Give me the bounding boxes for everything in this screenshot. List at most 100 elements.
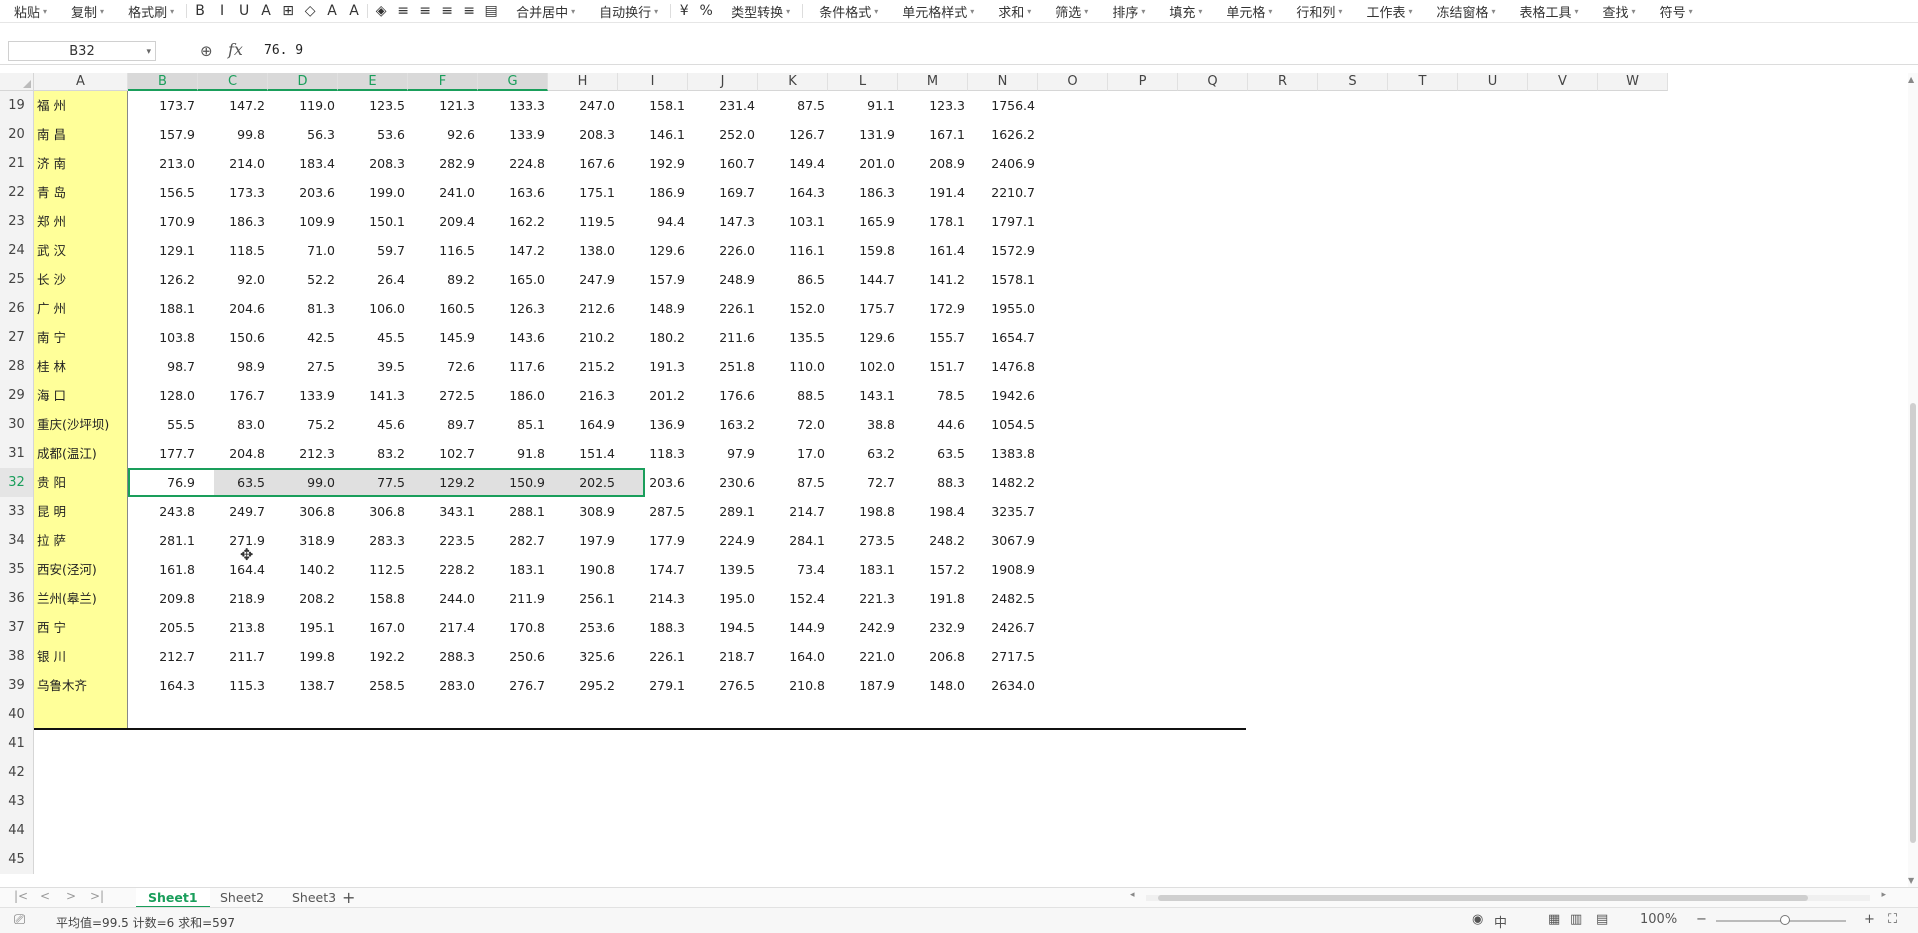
data-cell[interactable]: 226.0: [688, 236, 758, 265]
row-header[interactable]: 43: [0, 787, 34, 816]
data-cell[interactable]: 77.5: [338, 468, 408, 497]
data-cell[interactable]: 208.3: [548, 120, 618, 149]
format-icon-4[interactable]: ⊞: [277, 3, 299, 19]
format-icon-0[interactable]: B: [189, 3, 211, 19]
data-cell[interactable]: 177.7: [128, 439, 198, 468]
format-icon-2[interactable]: U: [233, 3, 255, 19]
row-header[interactable]: 36: [0, 584, 34, 613]
data-cell[interactable]: 256.1: [548, 584, 618, 613]
data-cell[interactable]: 186.0: [478, 381, 548, 410]
data-cell[interactable]: 163.2: [688, 410, 758, 439]
data-cell[interactable]: 306.8: [268, 497, 338, 526]
city-cell[interactable]: 青 岛: [34, 178, 128, 207]
data-cell[interactable]: 164.9: [548, 410, 618, 439]
column-header-i[interactable]: I: [618, 73, 688, 91]
data-cell[interactable]: 195.0: [688, 584, 758, 613]
data-cell[interactable]: 224.9: [688, 526, 758, 555]
row-header[interactable]: 34: [0, 526, 34, 555]
data-cell[interactable]: 143.6: [478, 323, 548, 352]
city-cell[interactable]: 济 南: [34, 149, 128, 178]
row-header[interactable]: 42: [0, 758, 34, 787]
fullscreen-icon[interactable]: ⛶: [1888, 912, 1897, 927]
data-cell[interactable]: 118.3: [618, 439, 688, 468]
data-cell[interactable]: 241.0: [408, 178, 478, 207]
toolbar-item-18[interactable]: 符号 ▾: [1646, 2, 1703, 21]
column-header-q[interactable]: Q: [1178, 73, 1248, 91]
toolbar-item-15[interactable]: 冻结窗格 ▾: [1422, 2, 1505, 21]
format-icon-11[interactable]: ≡: [436, 3, 458, 19]
data-cell[interactable]: 276.5: [688, 671, 758, 700]
data-cell[interactable]: 76.9: [128, 468, 198, 497]
column-header-v[interactable]: V: [1528, 73, 1598, 91]
data-cell[interactable]: 119.5: [548, 207, 618, 236]
data-cell[interactable]: 42.5: [268, 323, 338, 352]
data-cell[interactable]: 1942.6: [968, 381, 1038, 410]
data-cell[interactable]: 174.7: [618, 555, 688, 584]
formula-input[interactable]: 76. 9: [264, 43, 303, 58]
data-cell[interactable]: 150.6: [198, 323, 268, 352]
column-header-s[interactable]: S: [1318, 73, 1388, 91]
data-cell[interactable]: 198.4: [898, 497, 968, 526]
city-cell[interactable]: 南 宁: [34, 323, 128, 352]
data-cell[interactable]: 63.2: [828, 439, 898, 468]
data-cell[interactable]: 3235.7: [968, 497, 1038, 526]
data-cell[interactable]: 136.9: [618, 410, 688, 439]
data-cell[interactable]: 1578.1: [968, 265, 1038, 294]
data-cell[interactable]: 183.4: [268, 149, 338, 178]
data-cell[interactable]: 94.4: [618, 207, 688, 236]
scroll-right-icon[interactable]: ▸: [1881, 890, 1886, 900]
data-cell[interactable]: 133.9: [478, 120, 548, 149]
data-cell[interactable]: 318.9: [268, 526, 338, 555]
data-cell[interactable]: 152.0: [758, 294, 828, 323]
format-icon-8[interactable]: ◈: [370, 3, 392, 19]
city-cell[interactable]: 海 口: [34, 381, 128, 410]
column-header-m[interactable]: M: [898, 73, 968, 91]
data-cell[interactable]: 208.9: [898, 149, 968, 178]
data-cell[interactable]: 188.3: [618, 613, 688, 642]
data-cell[interactable]: 161.4: [898, 236, 968, 265]
scroll-down-icon[interactable]: ▼: [1908, 876, 1914, 885]
data-cell[interactable]: 92.0: [198, 265, 268, 294]
data-cell[interactable]: 106.0: [338, 294, 408, 323]
row-header[interactable]: 19: [0, 91, 34, 120]
data-cell[interactable]: 89.7: [408, 410, 478, 439]
column-header-g[interactable]: G: [478, 73, 548, 91]
data-cell[interactable]: 199.8: [268, 642, 338, 671]
city-cell[interactable]: 郑 州: [34, 207, 128, 236]
data-cell[interactable]: 159.8: [828, 236, 898, 265]
data-cell[interactable]: 186.3: [828, 178, 898, 207]
name-box[interactable]: B32 ▾: [8, 41, 156, 61]
column-header-a[interactable]: A: [34, 73, 128, 91]
data-cell[interactable]: 1756.4: [968, 91, 1038, 120]
data-cell[interactable]: 45.6: [338, 410, 408, 439]
row-header[interactable]: 21: [0, 149, 34, 178]
column-header-e[interactable]: E: [338, 73, 408, 91]
row-header[interactable]: 24: [0, 236, 34, 265]
data-cell[interactable]: 88.5: [758, 381, 828, 410]
data-cell[interactable]: 217.4: [408, 613, 478, 642]
zoom-in-icon[interactable]: ⊕: [200, 42, 213, 60]
data-cell[interactable]: 253.6: [548, 613, 618, 642]
data-cell[interactable]: 158.8: [338, 584, 408, 613]
data-cell[interactable]: 176.7: [198, 381, 268, 410]
data-cell[interactable]: 210.2: [548, 323, 618, 352]
data-cell[interactable]: 92.6: [408, 120, 478, 149]
row-header[interactable]: 38: [0, 642, 34, 671]
data-cell[interactable]: 126.7: [758, 120, 828, 149]
data-cell[interactable]: 288.1: [478, 497, 548, 526]
data-cell[interactable]: 17.0: [758, 439, 828, 468]
data-cell[interactable]: 252.0: [688, 120, 758, 149]
first-sheet-icon[interactable]: |<: [14, 889, 28, 903]
data-cell[interactable]: 273.5: [828, 526, 898, 555]
data-cell[interactable]: 172.9: [898, 294, 968, 323]
data-cell[interactable]: 148.9: [618, 294, 688, 323]
format-icon-10[interactable]: ≡: [414, 3, 436, 19]
data-cell[interactable]: 87.5: [758, 91, 828, 120]
data-cell[interactable]: 221.0: [828, 642, 898, 671]
data-cell[interactable]: 223.5: [408, 526, 478, 555]
fx-icon[interactable]: fx: [228, 40, 243, 59]
data-cell[interactable]: 88.3: [898, 468, 968, 497]
data-cell[interactable]: 147.2: [198, 91, 268, 120]
data-cell[interactable]: 213.0: [128, 149, 198, 178]
data-cell[interactable]: 157.2: [898, 555, 968, 584]
